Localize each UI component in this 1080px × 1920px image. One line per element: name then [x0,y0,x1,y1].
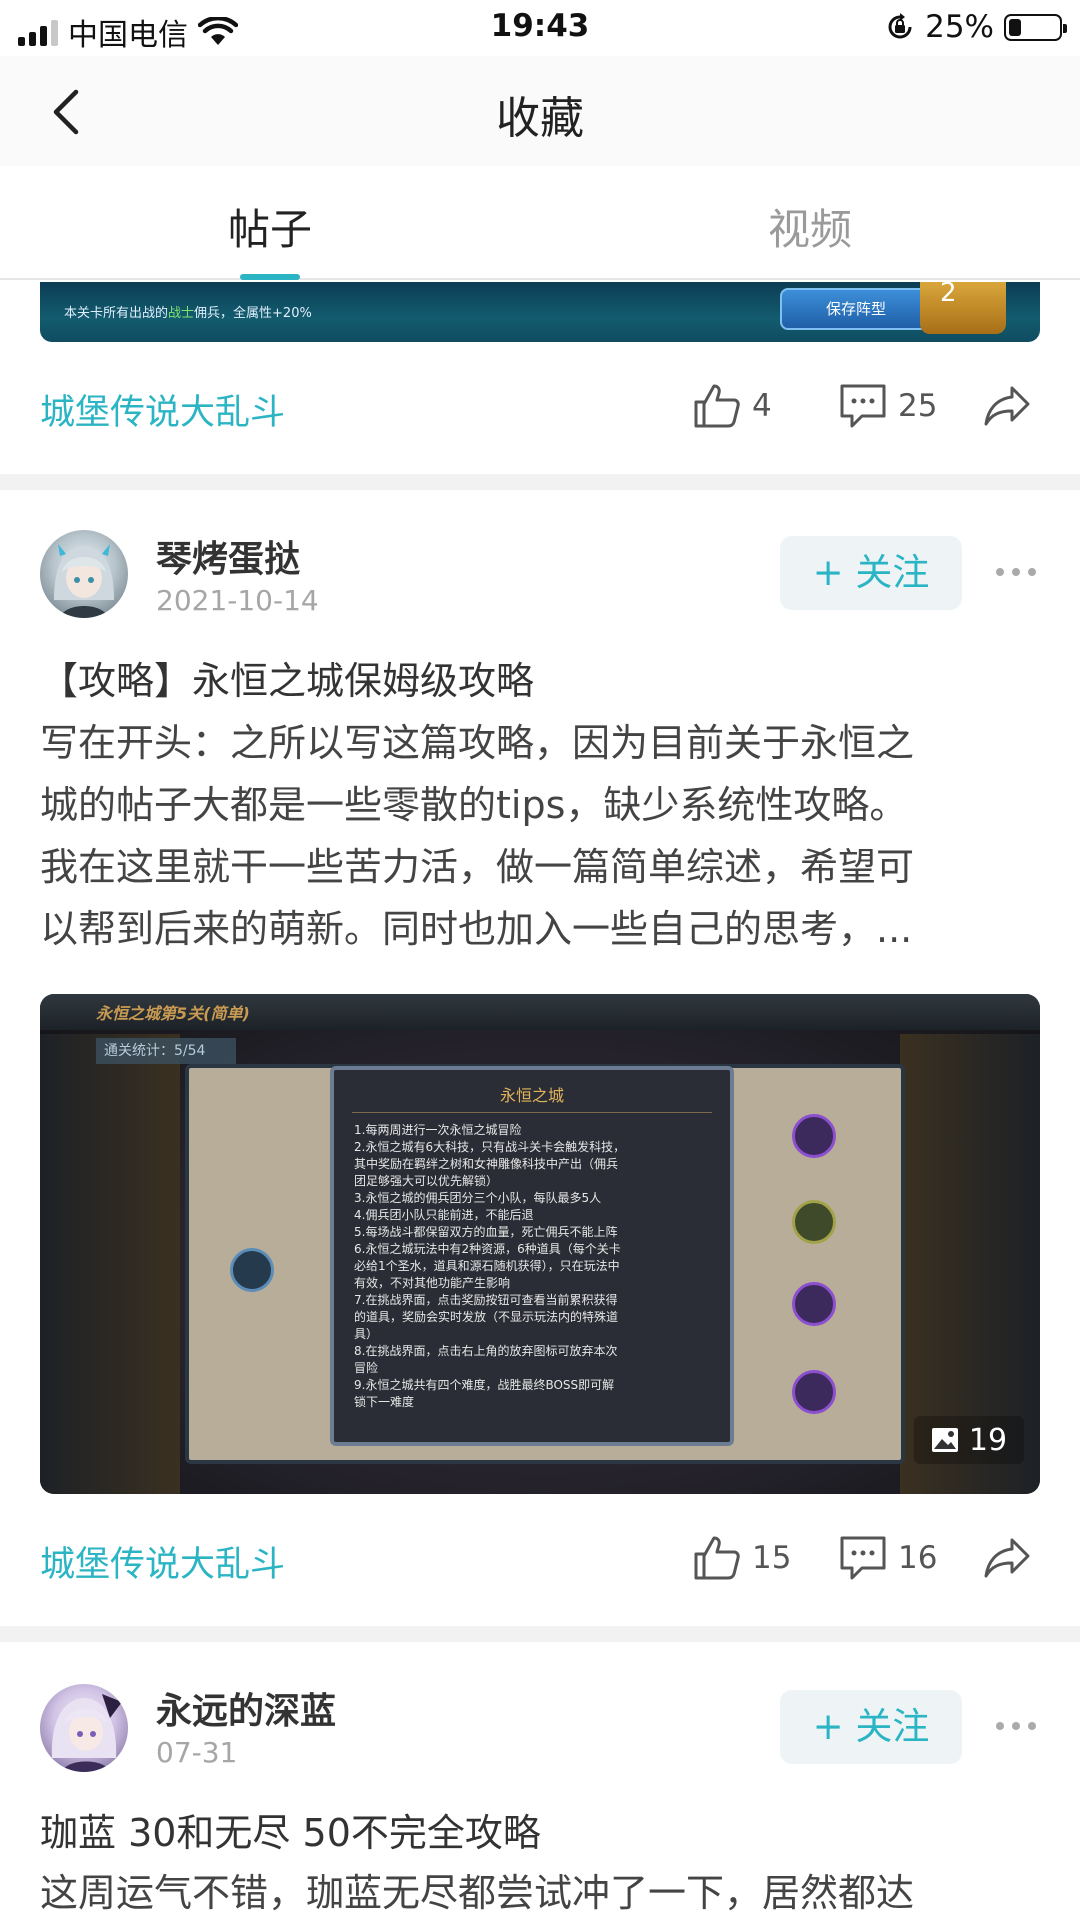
dialog-rule-line: 2.永恒之城有6大科技，只有战斗关卡会触发科技， [354,1140,626,1154]
post-excerpt[interactable]: 写在开头：之所以写这篇攻略，因为目前关于永恒之 城的帖子大都是一些零散的tips… [40,712,1040,960]
image-map-node [792,1282,836,1326]
image-count-badge: 19 [914,1416,1024,1464]
dialog-rule-line: 有效，不对其他功能产生影响 [354,1276,511,1290]
comment-button[interactable]: 16 [838,1534,937,1582]
dialog-rules-list: 1.每两周进行一次永恒之城冒险 2.永恒之城有6大科技，只有战斗关卡会触发科技，… [354,1122,714,1411]
game-tag-link[interactable]: 城堡传说大乱斗 [40,1536,285,1587]
image-left-pillar [40,1034,180,1494]
thumbs-up-icon [694,384,740,428]
author-name[interactable]: 琴烤蛋挞 [156,530,300,582]
dialog-rule-line: 7.在挑战界面，点击奖励按钮可查看当前累积获得 [354,1293,618,1307]
comment-count: 16 [898,1540,938,1576]
tab-posts[interactable]: 帖子 [120,196,420,257]
like-button[interactable]: 4 [692,382,772,430]
image-level-title: 永恒之城第5关(简单) [96,1004,250,1023]
more-options-icon[interactable] [996,1716,1036,1736]
image-map-node [792,1200,836,1244]
status-right: 25% [885,9,1067,45]
like-count: 15 [752,1540,792,1576]
dialog-rule-line: 6.永恒之城玩法中有2种资源，6种道具（每个关卡 [354,1242,621,1256]
post-excerpt-line: 写在开头：之所以写这篇攻略，因为目前关于永恒之 [40,721,915,765]
share-button[interactable] [982,382,1032,430]
image-icon [931,1428,958,1452]
banner-save-formation-button: 保存阵型 [780,288,932,330]
post-excerpt[interactable]: 这周运气不错，珈蓝无尽都尝试冲了一下，居然都达 [40,1862,1040,1920]
post-excerpt-line: 城的帖子大都是一些零散的tips，缺少系统性攻略。 [40,783,908,827]
post-title[interactable]: 珈蓝 30和无尽 50不完全攻略 [40,1808,1050,1858]
post-title[interactable]: 【攻略】永恒之城保姆级攻略 [40,656,1050,706]
follow-button[interactable]: + 关注 [780,1690,962,1764]
dialog-rule-line: 具） [354,1327,379,1341]
image-rules-dialog: 永恒之城 1.每两周进行一次永恒之城冒险 2.永恒之城有6大科技，只有战斗关卡会… [330,1066,734,1446]
image-map-node [792,1370,836,1414]
dialog-rule-line: 4.佣兵团小队只能前进，不能后退 [354,1208,534,1222]
dialog-rule-line: 冒险 [354,1361,379,1375]
battery-percent: 25% [925,9,994,45]
battery-icon [1004,13,1067,41]
image-map-node [792,1114,836,1158]
dialog-title: 永恒之城 [499,1086,564,1105]
dialog-divider [352,1112,712,1113]
status-bar: 中国电信 19:43 25% [0,0,1080,56]
tab-bar: 帖子 视频 [0,166,1080,280]
dialog-rule-line: 团足够强大可以优先解锁） [354,1174,499,1188]
banner-gold-tab [920,282,1006,334]
post-excerpt-line: 以帮到后来的萌新。同时也加入一些自己的思考，... [40,907,913,951]
image-count: 19 [968,1422,1008,1458]
share-button[interactable] [982,1534,1032,1582]
image-map-node [230,1248,274,1292]
nav-header: 收藏 [0,56,1080,166]
post-footer: 城堡传说大乱斗 4 25 [0,364,1080,454]
dialog-rule-line: 锁下一难度 [354,1395,415,1409]
dialog-rule-line: 其中奖励在羁绊之树和女神雕像科技中产出（佣兵 [354,1157,619,1171]
banner-text: 本关卡所有出战的战士佣兵，全属性+20% [64,306,312,321]
dialog-rule-line: 的道具，奖励会实时发放（不显示玩法内的特殊道 [354,1310,619,1324]
dialog-rule-line: 9.永恒之城共有四个难度，战胜最终BOSS即可解 [354,1378,615,1392]
author-name[interactable]: 永远的深蓝 [156,1682,336,1734]
comment-icon [840,1536,886,1580]
dialog-rule-line: 1.每两周进行一次永恒之城冒险 [354,1123,522,1137]
dialog-rule-line: 8.在挑战界面，点击右上角的放弃图标可放弃本次 [354,1344,618,1358]
image-stats: 通关统计：5/54 [96,1038,236,1064]
like-button[interactable]: 15 [692,1534,791,1582]
post-image[interactable]: 永恒之城第5关(简单) 通关统计：5/54 永恒之城 1.每两周进行一次永恒之城… [40,994,1040,1494]
avatar[interactable] [40,1684,128,1772]
post-excerpt-line: 这周运气不错，珈蓝无尽都尝试冲了一下，居然都达 [40,1871,915,1915]
avatar-image [54,544,114,618]
rotation-lock-icon [888,13,912,39]
tab-videos[interactable]: 视频 [660,196,960,257]
post-separator [0,474,1080,490]
more-options-icon[interactable] [996,562,1036,582]
post-footer: 城堡传说大乱斗 15 16 [0,1516,1080,1606]
like-count: 4 [752,388,772,424]
dialog-rule-line: 3.永恒之城的佣兵团分三个小队，每队最多5人 [354,1191,602,1205]
post-date: 2021-10-14 [156,584,319,617]
comment-count: 25 [898,388,938,424]
dialog-rule-line: 5.每场战斗都保留双方的血量，死亡佣兵不能上阵 [354,1225,618,1239]
post-date: 07-31 [156,1736,238,1769]
post-image-banner[interactable]: 本关卡所有出战的战士佣兵，全属性+20% 保存阵型 2 [40,282,1040,342]
dialog-rule-line: 必给1个圣水，道具和源石随机获得），只在玩法中 [354,1259,620,1273]
page-title: 收藏 [496,93,584,144]
post-separator [0,1626,1080,1642]
battery-fill [1009,18,1021,36]
share-icon [984,1538,1030,1578]
thumbs-up-icon [694,1536,740,1580]
comment-button[interactable]: 25 [838,382,937,430]
banner-image-count: 2 [940,282,957,308]
avatar[interactable] [40,530,128,618]
tab-active-indicator [240,274,300,280]
avatar-image [51,1694,122,1772]
comment-icon [840,384,886,428]
follow-button[interactable]: + 关注 [780,536,962,610]
share-icon [984,386,1030,426]
game-tag-link[interactable]: 城堡传说大乱斗 [40,384,285,435]
post-excerpt-line: 我在这里就干一些苦力活，做一篇简单综述，希望可 [40,845,915,889]
